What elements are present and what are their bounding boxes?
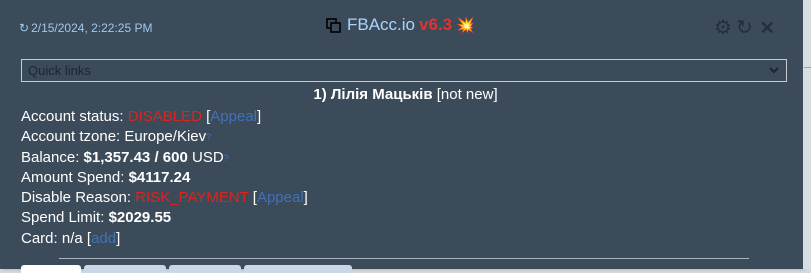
balance-value: $1,357.43 / 600 [83,148,188,166]
fbacc-panel: ↻ 2/15/2024, 2:22:25 PM FBAcc.io v6.3 💥 … [0,0,803,273]
quick-links-select[interactable]: Quick links [21,59,787,82]
balance-currency: USD [191,148,224,166]
page-edge [803,0,811,269]
reason-value: RISK_PAYMENT [135,189,249,207]
bracket-close: ] [257,108,262,125]
app-name: FBAcc.io [347,15,416,34]
balance-help-link[interactable]: ? [224,153,229,163]
bottom-tab[interactable] [169,265,241,273]
panel-header: ↻ 2/15/2024, 2:22:25 PM FBAcc.io v6.3 💥 … [0,0,803,56]
limit-label: Spend Limit: [21,209,105,227]
copy-icon[interactable] [326,17,341,33]
tzone-label: Account tzone: [21,128,121,146]
appeal-reason-link[interactable]: Appeal [257,189,304,206]
settings-icon[interactable]: ⚙ [714,18,732,38]
tzone-value: Europe/Kiev [124,128,207,146]
account-heading: 1) Лілія Мацьків [not new] [0,86,811,103]
bracket-close: ] [116,229,121,247]
account-tag: [not new] [436,86,498,103]
disable-reason-row: Disable Reason: RISK_PAYMENT [Appeal] [21,188,308,208]
window-controls: ⚙ ↻ ✕ [714,18,775,38]
appeal-link[interactable]: Appeal [210,108,257,125]
account-status-row: Account status: DISABLED [Appeal] [21,107,308,127]
boom-icon: 💥 [456,17,475,34]
account-tzone-row: Account tzone: Europe/Kiev? [21,127,308,147]
chevron-down-icon [769,67,779,74]
amount-spend-row: Amount Spend: $4117.24 [21,168,308,188]
refresh-small-icon[interactable]: ↻ [19,21,29,35]
limit-value: $2029.55 [108,209,172,227]
account-info: Account status: DISABLED [Appeal] Accoun… [21,107,308,249]
tzone-help-link[interactable]: ? [206,132,211,142]
status-badge: DISABLED [127,108,202,125]
bottom-tab[interactable] [21,265,81,273]
app-title: FBAcc.io v6.3 💥 [326,15,475,35]
add-card-link[interactable]: add [91,230,116,247]
card-value: n/a [61,229,83,247]
account-index: 1) [313,86,327,103]
bottom-tabs [21,265,352,273]
spend-value: $4117.24 [128,168,191,186]
bracket-close: ] [303,189,308,207]
app-version: v6.3 [419,15,453,34]
card-row: Card: n/a [add] [21,229,308,249]
spend-limit-row: Spend Limit: $2029.55 [21,208,308,228]
last-updated: ↻ 2/15/2024, 2:22:25 PM [19,21,153,35]
reason-label: Disable Reason: [21,189,132,207]
spend-label: Amount Spend: [21,168,125,186]
balance-row: Balance: $1,357.43 / 600 USD? [21,148,308,168]
refresh-icon[interactable]: ↻ [736,18,753,38]
status-label: Account status: [21,108,124,125]
balance-label: Balance: [21,148,80,166]
bottom-tab[interactable] [84,265,166,273]
page-edge-line [804,67,811,68]
quick-links-value: Quick links [28,63,91,78]
section-divider [59,258,749,259]
account-name: Лілія Мацьків [330,86,433,103]
close-icon[interactable]: ✕ [760,18,775,38]
bottom-tab[interactable] [244,265,352,273]
card-label: Card: [21,229,58,247]
timestamp-text: 2/15/2024, 2:22:25 PM [31,21,153,35]
